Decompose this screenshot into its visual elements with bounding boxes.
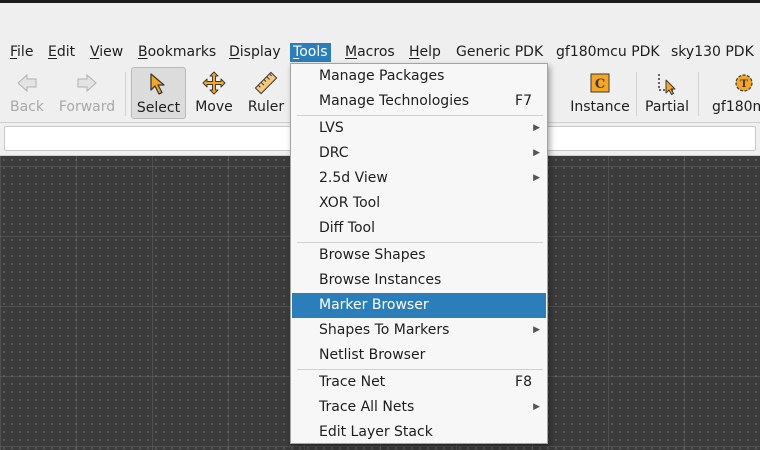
- menu-edit[interactable]: Edit: [45, 43, 78, 62]
- menu-display[interactable]: Display: [226, 43, 284, 62]
- instance-icon: C: [566, 71, 634, 95]
- submenu-arrow-icon: ▶: [533, 123, 540, 133]
- menu-item-trace-net[interactable]: Trace Net F8: [292, 370, 546, 395]
- menu-macros[interactable]: Macros: [342, 43, 398, 62]
- menu-gf180mcu-pdk[interactable]: gf180mcu PDK: [553, 43, 663, 62]
- menu-item-shapes-to-markers[interactable]: Shapes To Markers ▶: [292, 318, 546, 343]
- menu-item-browse-instances[interactable]: Browse Instances: [292, 268, 546, 293]
- forward-button[interactable]: Forward: [54, 67, 120, 119]
- gf180mcu-label: gf180m: [712, 99, 760, 115]
- move-label: Move: [195, 99, 233, 115]
- back-button[interactable]: Back: [4, 67, 50, 119]
- submenu-arrow-icon: ▶: [533, 402, 540, 412]
- toolbar-separator: [636, 72, 637, 116]
- toolbar-separator: [125, 72, 126, 116]
- title-area: [0, 3, 760, 40]
- menu-help[interactable]: Help: [406, 43, 444, 62]
- menu-view[interactable]: View: [87, 43, 126, 62]
- back-arrow-icon: [4, 71, 50, 95]
- gf180mcu-button[interactable]: T gf180m: [706, 67, 760, 119]
- menu-item-marker-browser[interactable]: Marker Browser: [292, 293, 546, 318]
- select-cursor-icon: [132, 72, 185, 96]
- menu-sky130-pdk[interactable]: sky130 PDK: [668, 43, 757, 62]
- menu-item-lvs[interactable]: LVS ▶: [292, 116, 546, 141]
- submenu-arrow-icon: ▶: [533, 325, 540, 335]
- menu-item-2-5d-view[interactable]: 2.5d View ▶: [292, 166, 546, 191]
- menu-item-manage-technologies[interactable]: Manage Technologies F7: [292, 89, 546, 114]
- instance-label: Instance: [570, 99, 630, 115]
- menu-generic-pdk[interactable]: Generic PDK: [453, 43, 546, 62]
- partial-button[interactable]: Partial: [640, 67, 694, 119]
- partial-select-icon: [640, 71, 694, 95]
- ruler-button[interactable]: Ruler: [242, 67, 290, 119]
- menu-item-netlist-browser[interactable]: Netlist Browser: [292, 343, 546, 368]
- menu-item-trace-all-nets[interactable]: Trace All Nets ▶: [292, 395, 546, 420]
- select-label: Select: [136, 100, 181, 116]
- menu-item-xor-tool[interactable]: XOR Tool: [292, 191, 546, 216]
- partial-label: Partial: [645, 99, 689, 115]
- menu-item-edit-layer-stack[interactable]: Edit Layer Stack: [292, 420, 546, 445]
- shortcut-f8: F8: [515, 374, 532, 390]
- menu-bar: File Edit View Bookmarks Display Tools M…: [0, 40, 760, 64]
- svg-text:C: C: [595, 77, 605, 92]
- submenu-arrow-icon: ▶: [533, 173, 540, 183]
- select-button[interactable]: Select: [131, 67, 186, 119]
- move-button[interactable]: Move: [190, 67, 238, 119]
- menu-item-diff-tool[interactable]: Diff Tool: [292, 216, 546, 241]
- menu-file[interactable]: File: [7, 43, 36, 62]
- forward-arrow-icon: [54, 71, 120, 95]
- ruler-icon: [242, 71, 290, 95]
- shortcut-f7: F7: [515, 93, 532, 109]
- instance-button[interactable]: C Instance: [566, 67, 634, 119]
- tools-dropdown-menu: Manage Packages Manage Technologies F7 LV…: [290, 63, 548, 444]
- back-label: Back: [10, 99, 44, 115]
- svg-text:T: T: [740, 79, 748, 90]
- menu-item-browse-shapes[interactable]: Browse Shapes: [292, 243, 546, 268]
- menu-item-drc[interactable]: DRC ▶: [292, 141, 546, 166]
- gear-icon: T: [706, 71, 760, 95]
- ruler-label: Ruler: [247, 99, 285, 115]
- submenu-arrow-icon: ▶: [533, 148, 540, 158]
- toolbar-separator: [698, 72, 699, 116]
- menu-item-manage-packages[interactable]: Manage Packages: [292, 64, 546, 89]
- menu-tools[interactable]: Tools: [290, 43, 331, 62]
- menu-bookmarks[interactable]: Bookmarks: [135, 43, 219, 62]
- forward-label: Forward: [58, 99, 116, 115]
- move-arrows-icon: [190, 71, 238, 95]
